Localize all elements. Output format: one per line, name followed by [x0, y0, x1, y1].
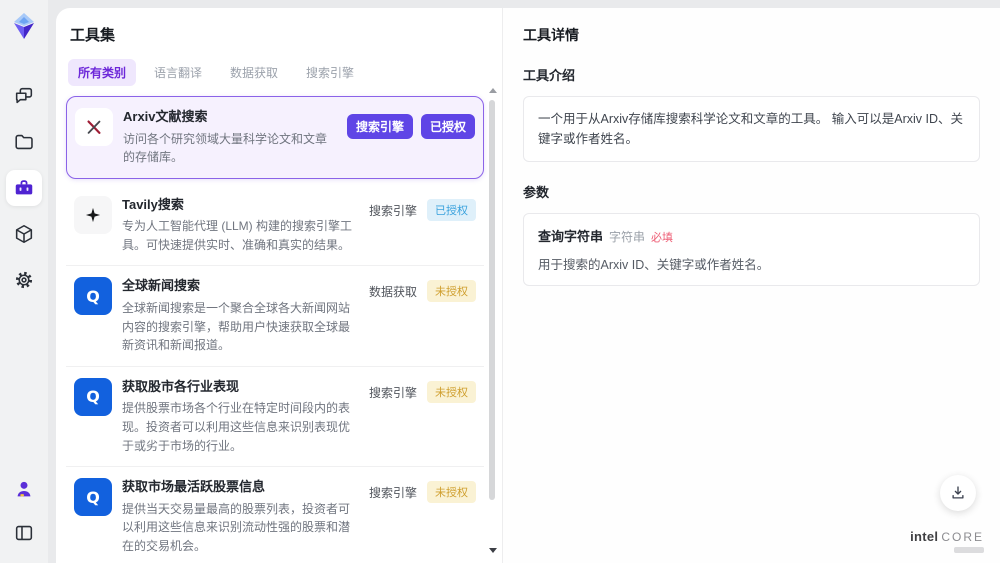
tab-all-categories[interactable]: 所有类别	[68, 59, 137, 86]
tool-icon-box: Q	[74, 277, 112, 316]
tool-card-body: Arxiv文献搜索 访问各个研究领域大量科学论文和文章的存储库。	[123, 108, 337, 167]
tool-list-panel: 工具集 所有类别 语言翻译 数据获取 搜索引擎 Arxiv文献搜索 访问各个研究…	[56, 8, 503, 563]
nav-chat-button[interactable]	[6, 78, 42, 114]
scroll-down-arrow-icon[interactable]	[489, 548, 497, 553]
param-type: 字符串	[609, 230, 646, 244]
left-icon-rail	[0, 0, 48, 563]
category-tabs: 所有类别 语言翻译 数据获取 搜索引擎	[66, 59, 484, 86]
blue-q-logo-icon: Q	[86, 487, 100, 507]
tool-description: 访问各个研究领域大量科学论文和文章的存储库。	[123, 131, 328, 165]
toolbox-icon	[15, 180, 33, 195]
user-avatar-button[interactable]	[6, 471, 42, 507]
params-heading: 参数	[523, 185, 550, 200]
nav-files-button[interactable]	[6, 124, 42, 160]
tool-card-meta: 数据获取 未授权	[369, 277, 476, 354]
param-name: 查询字符串	[538, 229, 604, 244]
intel-core-logo: intel CORE	[910, 528, 984, 553]
tool-description: 提供当天交易量最高的股票列表，投资者可以利用这些信息来识别流动性强的股票和潜在的…	[122, 501, 351, 553]
tool-card-active-stocks[interactable]: Q 获取市场最活跃股票信息 提供当天交易量最高的股票列表，投资者可以利用这些信息…	[66, 467, 484, 563]
tool-description: 全球新闻搜索是一个聚合全球各大新闻网站内容的搜索引擎，帮助用户快速获取全球最新资…	[122, 301, 351, 353]
status-badge: 已授权	[427, 198, 476, 221]
download-icon	[952, 486, 964, 499]
chat-icon	[15, 87, 33, 104]
param-description: 用于搜索的Arxiv ID、关键字或作者姓名。	[538, 258, 770, 272]
category-label: 搜索引擎	[368, 203, 417, 218]
brand-primary-text: intel	[910, 528, 939, 544]
intro-text: 一个用于从Arxiv存储库搜索科学论文和文章的工具。 输入可以是Arxiv ID…	[538, 112, 964, 146]
tool-name: 获取市场最活跃股票信息	[122, 479, 266, 495]
download-button[interactable]	[940, 475, 976, 511]
page-title: 工具集	[70, 27, 116, 44]
main-sheet: 工具集 所有类别 语言翻译 数据获取 搜索引擎 Arxiv文献搜索 访问各个研究…	[56, 8, 1000, 563]
tab-search-engine[interactable]: 搜索引擎	[296, 59, 364, 86]
tool-card-body: 全球新闻搜索 全球新闻搜索是一个聚合全球各大新闻网站内容的搜索引擎，帮助用户快速…	[122, 277, 359, 354]
tool-card-body: 获取股市各行业表现 提供股票市场各个行业在特定时间段内的表现。投资者可以利用这些…	[122, 378, 359, 455]
category-label: 搜索引擎	[368, 486, 417, 501]
intro-heading: 工具介绍	[523, 68, 576, 83]
gem-logo-icon	[14, 13, 34, 39]
scroll-up-arrow-icon[interactable]	[489, 88, 497, 93]
tool-description: 专为人工智能代理 (LLM) 构建的搜索引擎工具。可快速提供实时、准确和真实的结…	[122, 219, 353, 252]
tool-card-meta: 搜索引擎 已授权	[369, 196, 476, 255]
scrollbar-thumb[interactable]	[489, 100, 495, 500]
blue-q-logo-icon: Q	[86, 286, 100, 306]
app-window: 工具集 所有类别 语言翻译 数据获取 搜索引擎 Arxiv文献搜索 访问各个研究…	[0, 0, 1000, 563]
tool-card-tavily[interactable]: Tavily搜索 专为人工智能代理 (LLM) 构建的搜索引擎工具。可快速提供实…	[66, 185, 484, 267]
tool-card-meta: 搜索引擎 未授权	[369, 478, 476, 555]
brand-sub-mark	[954, 547, 984, 553]
app-logo-icon[interactable]	[8, 10, 40, 42]
nav-settings-button[interactable]	[6, 262, 42, 298]
arxiv-logo-icon	[87, 120, 101, 134]
tool-name: Tavily搜索	[122, 196, 184, 212]
panel-layout-icon	[15, 525, 33, 541]
param-required-flag: 必填	[651, 232, 674, 244]
nav-tools-button[interactable]	[6, 170, 42, 206]
list-scrollbar[interactable]	[487, 88, 497, 555]
tool-name: Arxiv文献搜索	[123, 109, 208, 124]
tab-data-fetch[interactable]: 数据获取	[220, 59, 288, 86]
tool-icon-box	[75, 108, 113, 146]
tool-card-sector-performance[interactable]: Q 获取股市各行业表现 提供股票市场各个行业在特定时间段内的表现。投资者可以利用…	[66, 367, 484, 468]
category-label: 数据获取	[368, 285, 417, 300]
status-badge: 已授权	[420, 114, 475, 139]
tool-card-arxiv[interactable]: Arxiv文献搜索 访问各个研究领域大量科学论文和文章的存储库。 搜索引擎 已授…	[66, 96, 484, 179]
detail-title: 工具详情	[523, 27, 579, 43]
category-badge: 搜索引擎	[346, 114, 413, 139]
blue-q-logo-icon: Q	[86, 387, 100, 407]
gear-icon	[15, 271, 33, 289]
tool-name: 全球新闻搜索	[122, 278, 201, 294]
tool-card-meta: 搜索引擎 已授权	[346, 108, 475, 167]
rail-nav	[6, 78, 42, 298]
nav-packages-button[interactable]	[6, 216, 42, 252]
status-badge: 未授权	[427, 380, 476, 403]
param-head: 查询字符串 字符串 必填	[538, 226, 965, 245]
brand-secondary-text: CORE	[941, 529, 984, 544]
tab-language-translation[interactable]: 语言翻译	[144, 59, 212, 86]
tool-card-meta: 搜索引擎 未授权	[369, 378, 476, 455]
tool-card-body: 获取市场最活跃股票信息 提供当天交易量最高的股票列表，投资者可以利用这些信息来识…	[122, 478, 359, 555]
tool-card-list: Arxiv文献搜索 访问各个研究领域大量科学论文和文章的存储库。 搜索引擎 已授…	[66, 96, 484, 563]
category-label: 搜索引擎	[368, 385, 417, 400]
intro-box: 一个用于从Arxiv存储库搜索科学论文和文章的工具。 输入可以是Arxiv ID…	[523, 96, 980, 162]
folder-icon	[15, 134, 33, 150]
avatar-icon	[17, 481, 31, 497]
collapse-panel-button[interactable]	[6, 515, 42, 551]
status-badge: 未授权	[427, 280, 476, 303]
cube-icon	[15, 224, 33, 244]
rail-bottom	[6, 471, 42, 551]
param-box: 查询字符串 字符串 必填 用于搜索的Arxiv ID、关键字或作者姓名。	[523, 213, 980, 286]
tool-detail-panel: 工具详情 工具介绍 一个用于从Arxiv存储库搜索科学论文和文章的工具。 输入可…	[503, 8, 1000, 563]
tool-card-body: Tavily搜索 专为人工智能代理 (LLM) 构建的搜索引擎工具。可快速提供实…	[122, 196, 359, 255]
status-badge: 未授权	[427, 481, 476, 504]
tool-icon-box: Q	[74, 377, 112, 416]
tool-icon-box: Q	[74, 478, 112, 517]
tool-description: 提供股票市场各个行业在特定时间段内的表现。投资者可以利用这些信息来识别表现优于或…	[122, 401, 351, 453]
sparkle-icon	[85, 207, 101, 222]
tool-name: 获取股市各行业表现	[122, 378, 240, 394]
tool-icon-box	[74, 195, 112, 234]
tool-card-global-news[interactable]: Q 全球新闻搜索 全球新闻搜索是一个聚合全球各大新闻网站内容的搜索引擎，帮助用户…	[66, 266, 484, 367]
